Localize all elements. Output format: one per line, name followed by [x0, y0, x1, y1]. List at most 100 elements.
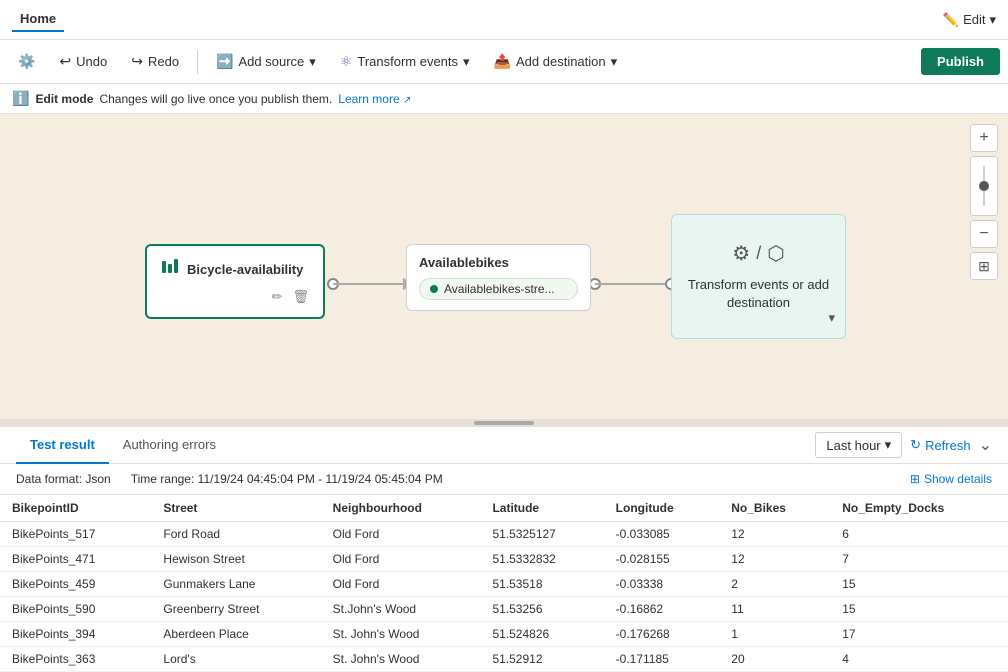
time-range-display-item: Time range: 11/19/24 04:45:04 PM - 11/19…	[131, 472, 443, 486]
refresh-button[interactable]: ↻ Refresh	[910, 437, 970, 453]
table-cell: 6	[830, 522, 1008, 547]
zoom-track	[983, 166, 985, 206]
table-cell: BikePoints_517	[0, 522, 151, 547]
external-link-icon: ↗	[403, 95, 411, 106]
table-cell: BikePoints_471	[0, 547, 151, 572]
canvas: Bicycle-availability ✏ 🗑 Availablebikes …	[0, 114, 1008, 419]
resize-handle	[474, 421, 534, 425]
destination-node[interactable]: ⚙ / ⬡ Transform events or add destinatio…	[671, 214, 846, 339]
bottom-panel: Test result Authoring errors Last hour ▾…	[0, 427, 1008, 672]
table-row: BikePoints_471Hewison StreetOld Ford51.5…	[0, 547, 1008, 572]
time-range-dropdown[interactable]: Last hour ▾	[815, 432, 902, 458]
data-format-item: Data format: Json	[16, 472, 111, 486]
top-bar-left: Home	[12, 7, 64, 32]
table-cell: St. John's Wood	[321, 647, 481, 672]
stream-node[interactable]: Availablebikes Availablebikes-stre...	[406, 244, 591, 311]
delete-icon[interactable]: 🗑	[292, 289, 309, 305]
source-node-icon	[161, 258, 179, 281]
table-row: BikePoints_517Ford RoadOld Ford51.532512…	[0, 522, 1008, 547]
table-cell: Old Ford	[321, 522, 481, 547]
table-cell: 2	[719, 572, 830, 597]
transform-events-button[interactable]: ⚛ Transform events ▾	[330, 48, 480, 75]
home-tab[interactable]: Home	[12, 7, 64, 32]
table-cell: 15	[830, 597, 1008, 622]
data-format-label: Data format:	[16, 472, 82, 486]
redo-button[interactable]: ↪ Redo	[121, 48, 189, 75]
table-header-row: BikepointIDStreetNeighbourhoodLatitudeLo…	[0, 495, 1008, 522]
source-node[interactable]: Bicycle-availability ✏ 🗑	[145, 244, 325, 319]
pencil-icon: ✏️	[943, 12, 959, 28]
learn-more-link[interactable]: Learn more ↗	[338, 92, 411, 106]
zoom-in-button[interactable]: +	[970, 124, 998, 152]
chevron-down-icon: ▾	[611, 54, 618, 70]
zoom-controls: + − ⊞	[970, 124, 998, 280]
zoom-out-button[interactable]: −	[970, 220, 998, 248]
chevron-down-icon: ▾	[989, 12, 996, 28]
table-cell: -0.03338	[604, 572, 720, 597]
source-node-header: Bicycle-availability	[161, 258, 309, 281]
settings-button[interactable]: ⚙️	[8, 48, 45, 75]
show-details-button[interactable]: ⊞ Show details	[910, 472, 992, 486]
table-header-cell: Neighbourhood	[321, 495, 481, 522]
top-bar: Home ✏️ Edit ▾	[0, 0, 1008, 40]
table-cell: 51.53256	[480, 597, 603, 622]
chevron-down-icon: ▾	[309, 54, 316, 70]
data-format-bar: Data format: Json Time range: 11/19/24 0…	[0, 464, 1008, 495]
tab-actions: Last hour ▾ ↻ Refresh ⌄	[815, 432, 992, 458]
table-header-cell: Street	[151, 495, 320, 522]
table-cell: 12	[719, 522, 830, 547]
data-table: BikepointIDStreetNeighbourhoodLatitudeLo…	[0, 495, 1008, 672]
stream-node-item[interactable]: Availablebikes-stre...	[419, 278, 578, 300]
publish-button[interactable]: Publish	[921, 48, 1000, 75]
zoom-thumb	[979, 181, 989, 191]
table-cell: Lord's	[151, 647, 320, 672]
table-cell: 51.5332832	[480, 547, 603, 572]
table-cell: Old Ford	[321, 572, 481, 597]
table-cell: 7	[830, 547, 1008, 572]
table-cell: Greenberry Street	[151, 597, 320, 622]
edit-icon[interactable]: ✏	[272, 289, 283, 305]
table-cell: St. John's Wood	[321, 622, 481, 647]
gear-icon: ⚙	[732, 241, 750, 266]
table-header-cell: Longitude	[604, 495, 720, 522]
table-cell: 51.524826	[480, 622, 603, 647]
table-cell: 51.52912	[480, 647, 603, 672]
export-icon: ⬡	[767, 241, 784, 266]
chevron-down-icon[interactable]: ▾	[828, 310, 835, 326]
resize-bar[interactable]	[0, 419, 1008, 427]
table-row: BikePoints_363Lord'sSt. John's Wood51.52…	[0, 647, 1008, 672]
table-cell: 4	[830, 647, 1008, 672]
tab-authoring-errors[interactable]: Authoring errors	[109, 427, 230, 464]
add-destination-button[interactable]: 📤 Add destination ▾	[484, 48, 628, 75]
gear-icon: ⚙️	[18, 53, 35, 70]
zoom-fit-button[interactable]: ⊞	[970, 252, 998, 280]
table-cell: -0.028155	[604, 547, 720, 572]
table-cell: -0.033085	[604, 522, 720, 547]
time-range-display-label: Time range:	[131, 472, 195, 486]
refresh-icon: ↻	[910, 437, 921, 453]
separator: /	[756, 243, 761, 264]
table-body: BikePoints_517Ford RoadOld Ford51.532512…	[0, 522, 1008, 672]
table-cell: Old Ford	[321, 547, 481, 572]
table-cell: 11	[719, 597, 830, 622]
table-header-cell: No_Empty_Docks	[830, 495, 1008, 522]
add-source-button[interactable]: ➡️ Add source ▾	[206, 48, 326, 75]
undo-button[interactable]: ↩ Undo	[49, 48, 117, 75]
table-cell: -0.16862	[604, 597, 720, 622]
table-cell: St.John's Wood	[321, 597, 481, 622]
undo-icon: ↩	[59, 53, 71, 70]
table-icon: ⊞	[910, 472, 920, 486]
table-header-cell: Latitude	[480, 495, 603, 522]
zoom-slider[interactable]	[970, 156, 998, 216]
tab-test-result[interactable]: Test result	[16, 427, 109, 464]
table-cell: 12	[719, 547, 830, 572]
time-range-display-value: 11/19/24 04:45:04 PM - 11/19/24 05:45:04…	[198, 472, 443, 486]
table-header-cell: BikepointID	[0, 495, 151, 522]
table-row: BikePoints_394Aberdeen PlaceSt. John's W…	[0, 622, 1008, 647]
table-cell: Hewison Street	[151, 547, 320, 572]
more-button[interactable]: ⌄	[979, 435, 992, 455]
edit-mode-bar: ℹ️ Edit mode Changes will go live once y…	[0, 84, 1008, 114]
table-cell: 17	[830, 622, 1008, 647]
stream-node-title: Availablebikes	[419, 255, 578, 270]
edit-button[interactable]: ✏️ Edit ▾	[943, 12, 996, 28]
